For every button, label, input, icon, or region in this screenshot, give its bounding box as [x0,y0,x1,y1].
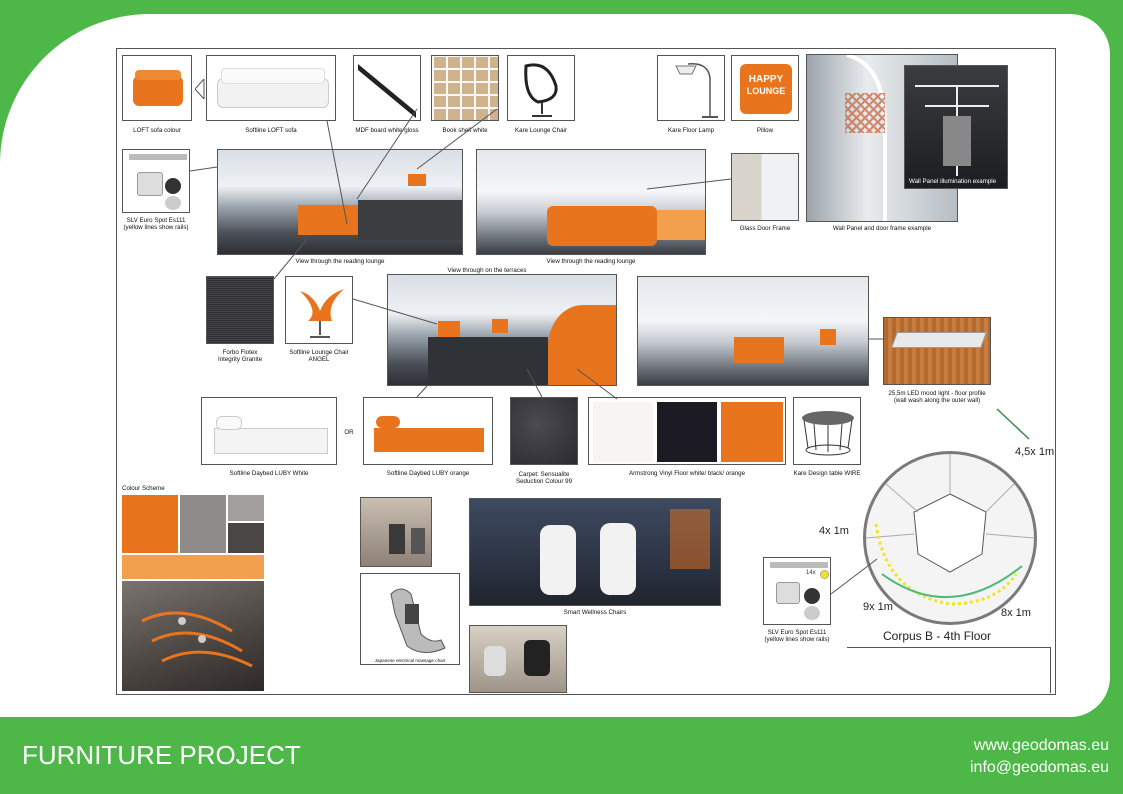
softline-lounge-chair-caption-1: Softline Lounge Chair [289,349,349,356]
footer-contact: www.geodomas.eu info@geodomas.eu [970,735,1109,779]
lounge-render-3 [637,276,869,386]
kare-lounge-chair-caption: Kare Lounge Chair [515,127,567,134]
floorplan [863,451,1037,625]
terraces-caption: View through on the terraces [447,267,527,274]
pillow-image: HAPPY LOUNGE [731,55,799,121]
kare-table-image [793,397,861,465]
footer-title: FURNITURE PROJECT [22,740,301,770]
glass-door-frame-image [731,153,799,221]
shoe-laces-image [122,581,264,691]
kare-floor-lamp-caption: Kare Floor Lamp [667,127,715,134]
kare-table-caption: Kare Design table WIRE [793,470,861,477]
terraces-render [387,274,617,386]
massage-room-image [360,497,432,567]
slv-spot-bottom-image: 14x [763,557,831,625]
loft-sofa-colour-image [122,55,192,121]
wall-panel-illumination-caption: Wall Panel illumination example [909,178,997,185]
wall-panel-caption: Wall Panel and door frame example [832,225,932,232]
smart-wellness-caption: Smart Wellness Chairs [563,609,627,616]
wall-panel-pattern [845,93,885,133]
carpet-image [510,397,578,465]
japanese-massage-chair-image [360,573,460,665]
dim-left: 4x 1m [819,525,849,537]
vinyl-floor-caption: Armstrong Vinyl Floor white/ black/ oran… [628,470,746,477]
vinyl-floor-image [588,397,786,465]
slv-spot-bottom-caption-1: SLV Euro Spot Es111 [767,629,827,636]
dim-bottom-left: 9x 1m [863,601,893,613]
pillow-text-lounge: LOUNGE [746,86,786,96]
forbo-caption-1: Forbo Flotex [222,349,258,356]
arrow-left-icon [195,79,205,99]
smart-wellness-render [469,498,721,606]
moodboard-sheet: LOFT sofa colour Softline LOFT sofa MDF … [116,48,1056,695]
reading-lounge-render-1 [217,149,463,255]
massage-people-image [469,625,567,693]
floorplan-frame-line [847,647,1051,648]
email-link[interactable]: info@geodomas.eu [970,757,1109,779]
kare-floor-lamp-image [657,55,725,121]
floorplan-title: Corpus B - 4th Floor [883,629,992,643]
book-shelf-caption: Book shelf white [442,127,488,134]
colour-scheme-label: Colour Scheme [122,485,165,492]
kare-lounge-chair-image [507,55,575,121]
wall-panel-illumination-image: Wall Panel illumination example [904,65,1008,189]
led-mood-caption-1: 25,5m LED mood light - floor profile [888,390,986,397]
spot-count-label: 14x [806,570,816,576]
daybed-orange-caption: Softline Daybed LUBY orange [386,470,470,477]
softline-lounge-chair-caption-2: ANGEL [308,356,330,363]
led-mood-caption-2: (wall wash along the outer wall) [893,397,981,404]
japanese-massage-caption: Japanese electrical massage chair [374,658,446,663]
daybed-white-caption: Softline Daybed LUBY White [229,470,309,477]
or-label: OR [344,429,354,436]
daybed-orange-image [363,397,493,465]
slv-spot-top-caption-1: SLV Euro Spot Es111 [126,217,186,224]
led-mood-light-image [883,317,991,385]
reading-lounge-render-2 [476,149,706,255]
daybed-white-image [201,397,337,465]
floorplan-frame-side [1050,647,1051,693]
book-shelf-image [431,55,499,121]
forbo-caption-2: Integrity Granite [217,356,263,363]
spot-marker-icon [820,570,829,579]
glass-door-frame-caption: Glass Door Frame [739,225,791,232]
forbo-flotex-image [206,276,274,344]
slv-spot-top-image [122,149,190,213]
loft-sofa-colour-caption: LOFT sofa colour [133,127,181,134]
colour-scheme-swatches [122,495,264,579]
softline-loft-sofa-caption: Softline LOFT sofa [245,127,297,134]
carpet-caption-1: Carpet: Sensualite [518,471,570,478]
softline-lounge-chair-image [285,276,353,344]
pillow-caption: Pillow [756,127,774,134]
carpet-caption-2: Seduction Colour 99 [515,478,573,485]
mdf-board-caption: MDF board white gloss [355,127,419,134]
softline-loft-sofa-image [206,55,336,121]
mdf-board-image [353,55,421,121]
reading-lounge-caption-1: View through the reading lounge [295,258,385,265]
slv-spot-bottom-caption-2: (yellow lines show rails) [764,636,830,643]
pillow-text-happy: HAPPY [748,74,784,85]
dim-top-right: 4,5x 1m [1015,446,1055,458]
dim-bottom-right: 8x 1m [1001,607,1031,619]
website-link[interactable]: www.geodomas.eu [970,735,1109,757]
slv-spot-top-caption-2: (yellow lines show rails) [123,224,189,231]
reading-lounge-caption-2: View through the reading lounge [546,258,636,265]
